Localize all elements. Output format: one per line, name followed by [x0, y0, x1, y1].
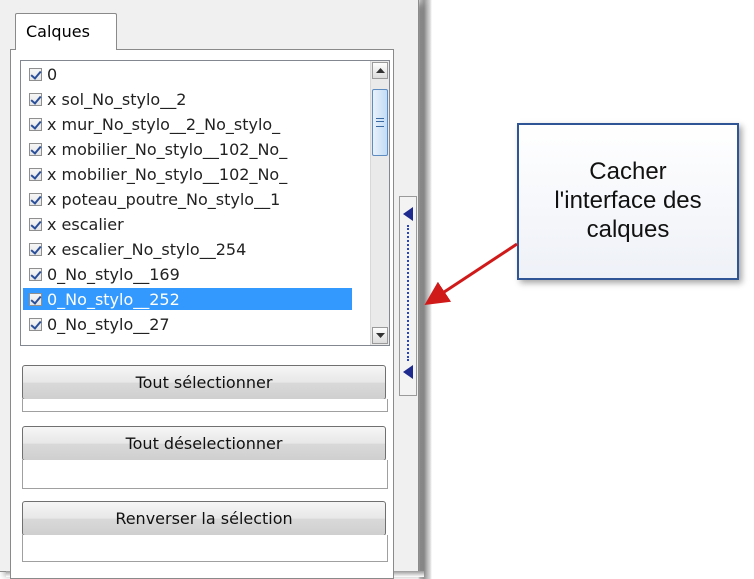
layer-label: x escalier	[47, 214, 124, 234]
layer-row[interactable]: x mobilier_No_stylo__102_No_	[23, 163, 352, 185]
layer-label: x sol_No_stylo__2	[47, 89, 187, 109]
layer-label: x poteau_poutre_No_stylo__1	[47, 189, 281, 209]
layer-list: 0 x sol_No_stylo__2x mur_No_stylo__2_No_s…	[20, 60, 390, 346]
scroll-down-button[interactable]	[372, 327, 388, 344]
triangle-down-icon	[375, 332, 385, 338]
layer-list-scrollbar[interactable]	[370, 61, 389, 345]
layer-checkbox[interactable]	[29, 92, 42, 106]
layer-checkbox[interactable]	[29, 117, 42, 131]
layer-row[interactable]: x poteau_poutre_No_stylo__1	[23, 188, 352, 210]
layer-checkbox[interactable]	[29, 317, 42, 331]
scroll-thumb[interactable]	[372, 89, 388, 156]
callout-text: Cacher l'interface des calques	[554, 158, 702, 243]
layer-row[interactable]: 0	[23, 63, 352, 85]
grip-icon	[376, 118, 384, 127]
layer-checkbox[interactable]	[29, 192, 42, 206]
layer-checkbox[interactable]	[29, 267, 42, 281]
layer-row[interactable]: 0_No_stylo__27	[23, 313, 352, 335]
spacer-box	[22, 460, 388, 489]
layer-row[interactable]: x escalier	[23, 213, 352, 235]
layer-label: x mobilier_No_stylo__102_No_	[47, 139, 288, 159]
layer-label: 0_No_stylo__169	[47, 264, 180, 284]
layer-row[interactable]: x sol_No_stylo__2	[23, 88, 352, 110]
layer-label: 0	[47, 64, 58, 84]
layer-checkbox[interactable]	[29, 292, 42, 306]
layer-row[interactable]: 0_No_stylo__169	[23, 263, 352, 285]
spacer-box	[22, 399, 388, 412]
deselect-all-button[interactable]: Tout déselectionner	[22, 426, 386, 461]
scroll-up-button[interactable]	[372, 62, 388, 79]
layer-row[interactable]: 0_No_stylo__252	[23, 288, 352, 310]
tab-calques-label: Calques	[26, 22, 90, 41]
layer-checkbox[interactable]	[29, 142, 42, 156]
layer-label: 0_No_stylo__27	[47, 314, 170, 334]
layer-row[interactable]: x mobilier_No_stylo__102_No_	[23, 138, 352, 160]
triangle-up-icon	[375, 67, 385, 73]
collapse-layers-splitter[interactable]	[399, 196, 417, 396]
layer-label: x escalier_No_stylo__254	[47, 239, 247, 259]
layer-checkbox[interactable]	[29, 217, 42, 231]
splitter-grip	[407, 225, 409, 361]
spacer-box	[22, 535, 388, 562]
collapse-left-icon	[403, 207, 413, 221]
select-all-button[interactable]: Tout sélectionner	[22, 365, 386, 400]
layer-checkbox[interactable]	[29, 67, 42, 81]
layer-label: x mur_No_stylo__2_No_stylo_	[47, 114, 281, 134]
collapse-left-icon	[403, 365, 413, 379]
tab-calques[interactable]: Calques	[15, 13, 117, 50]
layer-checkbox[interactable]	[29, 242, 42, 256]
layer-row[interactable]: x escalier_No_stylo__254	[23, 238, 352, 260]
layer-checkbox[interactable]	[29, 167, 42, 181]
layer-label: x mobilier_No_stylo__102_No_	[47, 164, 288, 184]
layer-label: 0_No_stylo__252	[47, 289, 180, 309]
invert-selection-button[interactable]: Renverser la sélection	[22, 501, 386, 536]
callout-box: Cacher l'interface des calques	[517, 123, 739, 280]
layer-row[interactable]: x mur_No_stylo__2_No_stylo_	[23, 113, 352, 135]
layer-list-items: 0 x sol_No_stylo__2x mur_No_stylo__2_No_s…	[21, 61, 352, 345]
